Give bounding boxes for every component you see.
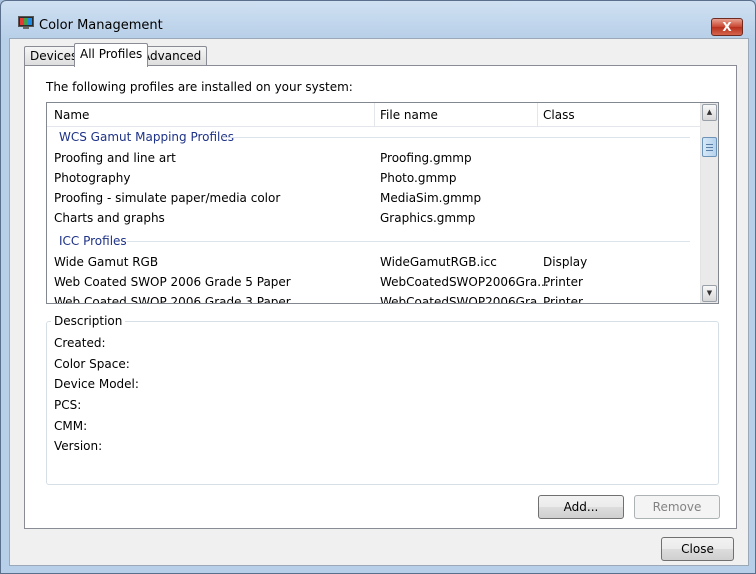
grip-line xyxy=(706,144,713,145)
profile-file: Proofing.gmmp xyxy=(380,151,472,165)
group-divider xyxy=(127,241,690,242)
all-profiles-panel: The following profiles are installed on … xyxy=(24,65,737,529)
remove-profile-button[interactable]: Remove xyxy=(634,495,720,519)
column-header-file-name[interactable]: File name xyxy=(380,108,438,122)
profile-class: Display xyxy=(543,255,588,269)
pcs-label: PCS: xyxy=(54,398,82,412)
column-divider[interactable] xyxy=(537,103,538,126)
profile-class: Printer xyxy=(543,295,583,304)
group-divider xyxy=(222,137,690,138)
profiles-list[interactable]: Name File name Class WCS Gamut Mapping P… xyxy=(46,102,719,304)
close-button[interactable]: Close xyxy=(661,537,734,561)
created-label: Created: xyxy=(54,336,106,350)
version-label: Version: xyxy=(54,439,103,453)
profile-name: Photography xyxy=(54,171,131,185)
profile-name: Charts and graphs xyxy=(54,211,165,225)
profiles-intro-text: The following profiles are installed on … xyxy=(46,80,353,94)
profile-name: Web Coated SWOP 2006 Grade 5 Paper xyxy=(54,275,291,289)
title-bar[interactable]: Color Management X xyxy=(1,1,755,37)
color-space-label: Color Space: xyxy=(54,357,130,371)
color-management-window: Color Management X Devices All Profiles … xyxy=(0,0,756,574)
device-model-label: Device Model: xyxy=(54,377,139,391)
profile-file: Photo.gmmp xyxy=(380,171,457,185)
group-header-icc[interactable]: ICC Profiles xyxy=(59,234,127,248)
vertical-scrollbar[interactable]: ▲ ▼ xyxy=(700,103,718,303)
dialog-client-area: Devices All Profiles Advanced The follow… xyxy=(9,38,749,566)
group-header-wcs[interactable]: WCS Gamut Mapping Profiles xyxy=(59,130,234,144)
scroll-up-button[interactable]: ▲ xyxy=(702,104,717,121)
chevron-up-icon: ▲ xyxy=(706,108,713,116)
grip-line xyxy=(706,150,713,151)
tab-all-profiles[interactable]: All Profiles xyxy=(74,43,149,67)
column-divider[interactable] xyxy=(374,103,375,126)
window-title: Color Management xyxy=(39,18,163,33)
profile-class: Printer xyxy=(543,275,583,289)
list-header: Name File name Class xyxy=(47,103,700,127)
add-profile-button[interactable]: Add... xyxy=(538,495,624,519)
cmm-label: CMM: xyxy=(54,419,88,433)
column-header-class[interactable]: Class xyxy=(543,108,575,122)
color-management-monitor-icon xyxy=(18,16,34,30)
column-header-name[interactable]: Name xyxy=(54,108,89,122)
profile-name: Proofing - simulate paper/media color xyxy=(54,191,281,205)
chevron-down-icon: ▼ xyxy=(706,289,713,297)
description-group: Description Created: Color Space: Device… xyxy=(46,314,719,485)
description-legend: Description xyxy=(51,314,126,328)
profile-name: Wide Gamut RGB xyxy=(54,255,159,269)
grip-line xyxy=(706,147,713,148)
profile-name: Proofing and line art xyxy=(54,151,176,165)
profile-name: Web Coated SWOP 2006 Grade 3 Paper xyxy=(54,295,291,304)
close-icon: X xyxy=(722,20,732,34)
scroll-down-button[interactable]: ▼ xyxy=(702,285,717,302)
scrollbar-thumb[interactable] xyxy=(702,137,717,157)
profile-file: WebCoatedSWOP2006Gra... xyxy=(380,275,549,289)
profile-file: WideGamutRGB.icc xyxy=(380,255,497,269)
profile-file: MediaSim.gmmp xyxy=(380,191,482,205)
profile-file: WebCoatedSWOP2006Gra... xyxy=(380,295,549,304)
profile-file: Graphics.gmmp xyxy=(380,211,476,225)
window-close-button[interactable]: X xyxy=(711,18,743,36)
